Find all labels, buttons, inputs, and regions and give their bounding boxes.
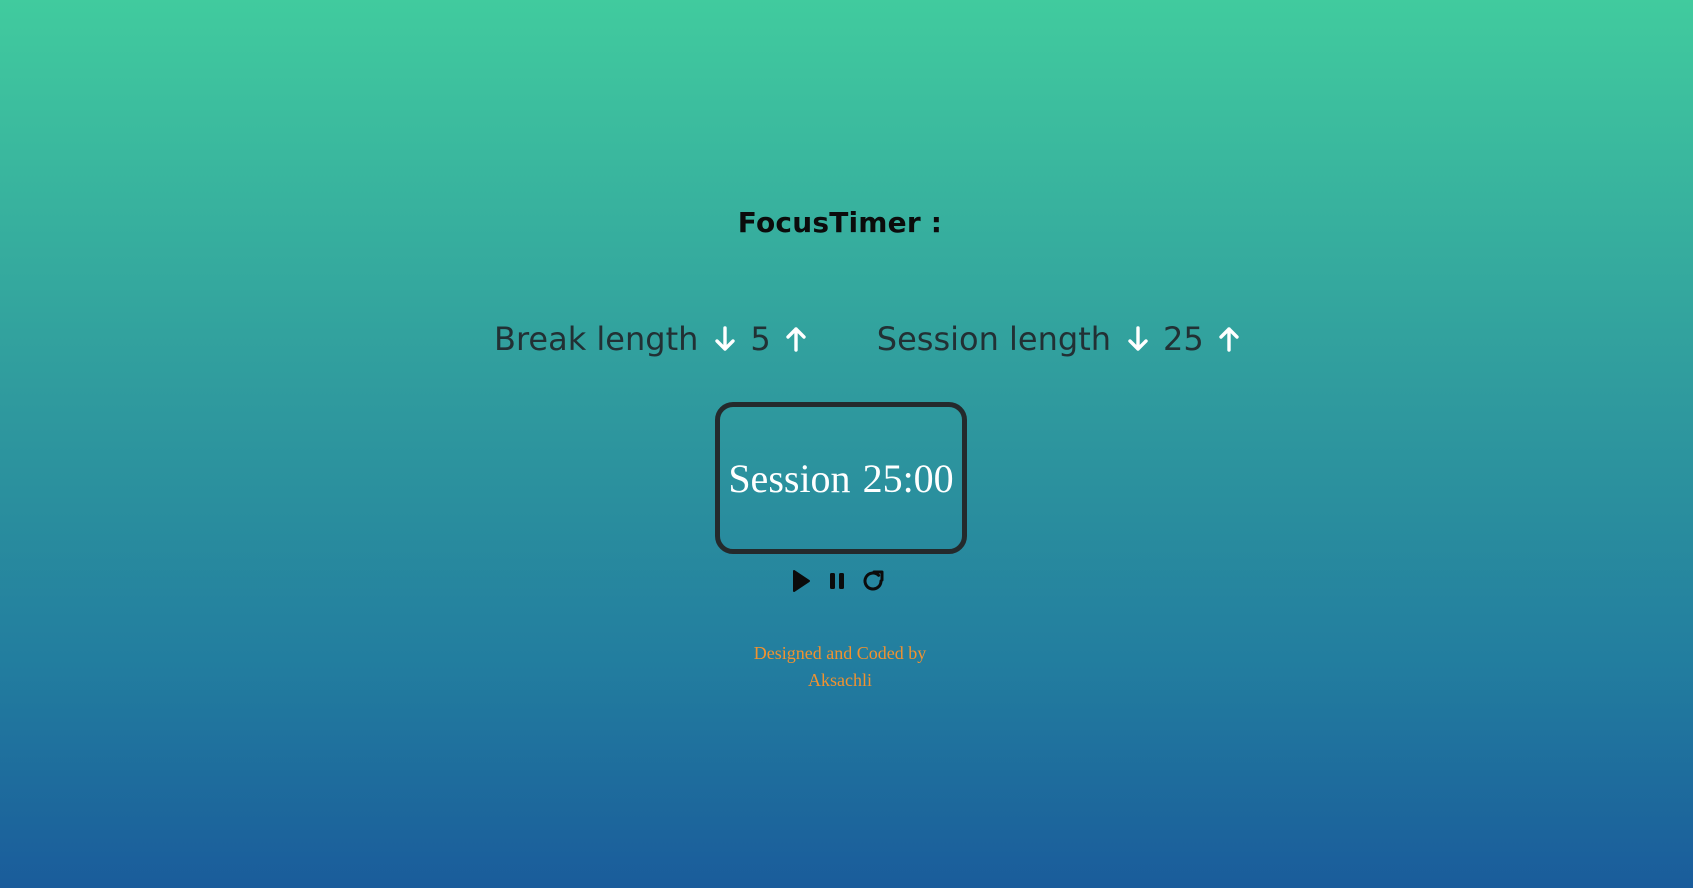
pause-icon [830,573,844,589]
play-button[interactable] [788,566,814,596]
length-controls: Break length 5 Session length 25 [494,320,1242,358]
page-title: FocusTimer : [737,206,943,239]
break-decrement-button[interactable] [712,322,738,356]
arrow-down-icon [715,326,736,351]
footer-credit: Designed and Coded by Aksachli [0,640,1680,694]
session-length-label: Session length [876,320,1112,358]
break-increment-button[interactable] [783,322,809,356]
timer-display: Session 25:00 [715,402,967,554]
session-length-value: 25 [1163,320,1204,358]
timer-label: Session [728,455,851,501]
session-decrement-button[interactable] [1125,322,1151,356]
break-length-control: Break length 5 [494,320,809,358]
footer-credit-text: Designed and Coded by [753,643,927,663]
session-length-control: Session length 25 [877,320,1242,358]
player-controls [788,566,896,596]
pause-button[interactable] [824,566,850,596]
break-length-label: Break length [494,320,699,358]
arrow-up-icon [1219,327,1239,352]
reset-button[interactable] [860,566,886,596]
break-length-value: 5 [750,320,771,358]
arrow-up-icon [786,327,806,352]
author-link[interactable]: Aksachli [808,670,872,690]
play-icon [793,570,810,592]
refresh-icon [863,570,884,591]
timer-time: 25:00 [862,455,954,501]
session-increment-button[interactable] [1216,322,1242,356]
arrow-down-icon [1128,326,1148,351]
